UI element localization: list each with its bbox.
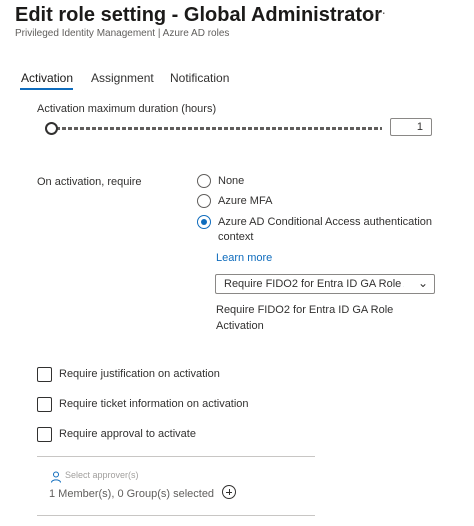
duration-input[interactable]: 1	[390, 118, 432, 136]
ticket-info-label[interactable]: Require ticket information on activation	[59, 398, 249, 410]
auth-context-description: Require FIDO2 for Entra ID GA Role Activ…	[216, 304, 394, 332]
active-tab-indicator	[20, 88, 73, 90]
approver-divider-top	[37, 456, 315, 457]
tab-notification[interactable]: Notification	[170, 71, 229, 85]
radio-none-label[interactable]: None	[218, 175, 244, 187]
tab-activation[interactable]: Activation	[21, 71, 73, 85]
person-icon	[50, 470, 62, 488]
radio-none[interactable]	[197, 174, 211, 188]
add-circle-icon[interactable]	[222, 485, 236, 499]
approvers-selected-count: 1 Member(s), 0 Group(s) selected	[49, 488, 215, 500]
duration-slider-track[interactable]	[50, 127, 382, 130]
justification-checkbox[interactable]	[37, 367, 52, 382]
tab-assignment[interactable]: Assignment	[91, 71, 154, 85]
radio-conditional-access-label-cont[interactable]: context	[218, 231, 253, 243]
auth-context-value: Require FIDO2 for Entra ID GA Role Act..…	[224, 278, 404, 290]
approver-divider-bottom	[37, 515, 315, 516]
breadcrumb: Privileged Identity Management | Azure A…	[15, 28, 230, 39]
radio-conditional-access-label[interactable]: Azure AD Conditional Access authenticati…	[218, 216, 432, 228]
more-options-button[interactable]: ···	[370, 4, 387, 20]
ticket-info-checkbox[interactable]	[37, 397, 52, 412]
require-label: On activation, require	[37, 176, 142, 188]
radio-azure-mfa[interactable]	[197, 194, 211, 208]
radio-conditional-access[interactable]	[197, 215, 211, 229]
duration-slider-thumb[interactable]	[45, 122, 58, 135]
approval-label[interactable]: Require approval to activate	[59, 428, 196, 440]
learn-more-link[interactable]: Learn more	[216, 252, 272, 264]
duration-label: Activation maximum duration (hours)	[37, 103, 217, 115]
justification-label[interactable]: Require justification on activation	[59, 368, 220, 380]
chevron-down-icon: ⌄	[417, 276, 428, 290]
approval-checkbox[interactable]	[37, 427, 52, 442]
select-approvers-input[interactable]: Select approver(s)	[65, 470, 139, 480]
auth-context-dropdown[interactable]: Require FIDO2 for Entra ID GA Role Act..…	[215, 274, 435, 294]
page-title: Edit role setting - Global Administrator	[15, 4, 383, 26]
radio-azure-mfa-label[interactable]: Azure MFA	[218, 195, 272, 207]
